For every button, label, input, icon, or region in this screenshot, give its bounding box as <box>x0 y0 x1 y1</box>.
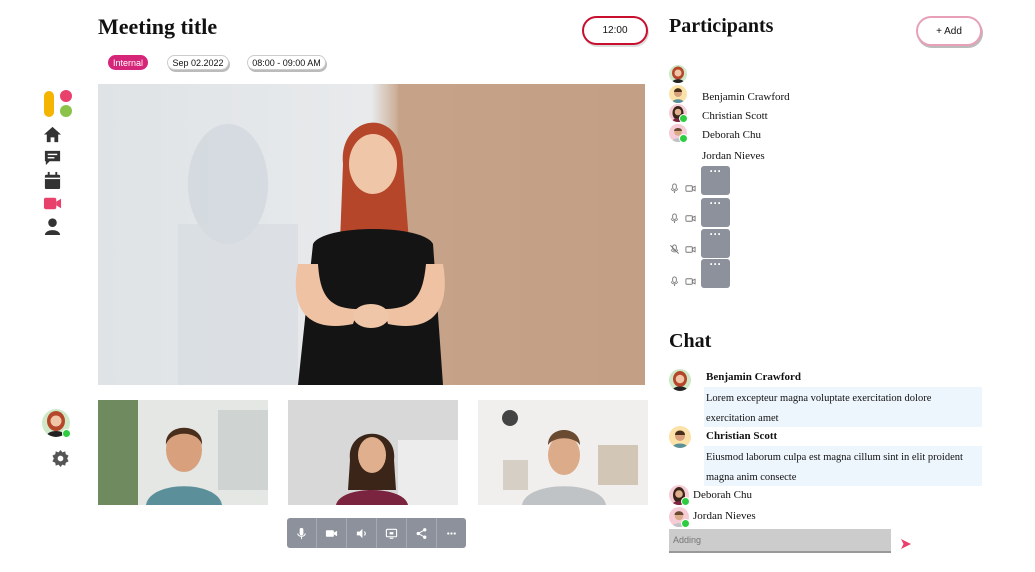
send-button[interactable] <box>900 537 912 549</box>
online-indicator <box>679 134 688 143</box>
participant-more-button[interactable]: ··· <box>701 197 730 227</box>
user-avatar[interactable] <box>42 409 71 438</box>
time-range-tag: 08:00 - 09:00 AM <box>247 55 326 70</box>
speaker-icon <box>356 528 366 538</box>
participant-thumbnail[interactable] <box>98 400 268 505</box>
camera-icon[interactable] <box>685 244 696 255</box>
home-icon[interactable] <box>42 124 62 144</box>
participant-media-controls <box>669 183 696 194</box>
mic-muted-icon[interactable] <box>669 244 680 255</box>
call-controls <box>287 518 466 548</box>
chat-author: Deborah Chu <box>693 489 752 501</box>
chat-message: Eiusmod laborum culpa est magna cillum s… <box>704 446 982 486</box>
meeting-time-pill[interactable]: 12:00 <box>582 16 648 45</box>
participant-more-button[interactable]: ··· <box>701 258 730 288</box>
internal-tag: Internal <box>108 55 148 70</box>
date-tag: Sep 02.2022 <box>167 55 229 70</box>
avatar <box>669 507 690 528</box>
mic-button[interactable] <box>287 518 317 548</box>
main-video-feed <box>98 84 645 385</box>
user-icon[interactable] <box>42 216 62 236</box>
screen-share-button[interactable] <box>377 518 407 548</box>
chat-title: Chat <box>669 330 712 352</box>
chat-author: Jordan Nieves <box>693 510 756 522</box>
camera-button[interactable] <box>317 518 347 548</box>
participant-name: Jordan Nieves <box>702 150 765 162</box>
participant-more-button[interactable]: ··· <box>701 228 730 258</box>
video-icon[interactable] <box>42 193 62 213</box>
mic-icon[interactable] <box>669 213 680 224</box>
avatar <box>669 85 687 103</box>
online-indicator <box>681 497 690 506</box>
online-indicator <box>62 429 71 438</box>
mic-icon <box>297 527 306 539</box>
more-icon <box>447 531 456 535</box>
camera-icon <box>325 529 338 537</box>
online-indicator <box>679 114 688 123</box>
avatar <box>669 124 688 143</box>
screen-share-icon <box>385 528 398 539</box>
avatar <box>669 369 691 391</box>
chat-icon[interactable] <box>42 147 62 167</box>
participant-media-controls <box>669 276 696 287</box>
participant-media-controls <box>669 213 696 224</box>
chat-author: Benjamin Crawford <box>706 371 802 383</box>
share-button[interactable] <box>407 518 437 548</box>
add-participant-button[interactable]: + Add <box>916 16 982 46</box>
share-icon <box>416 527 427 539</box>
chat-input[interactable] <box>669 529 891 553</box>
participant-thumbnail[interactable] <box>288 400 458 505</box>
mic-icon[interactable] <box>669 276 680 287</box>
meeting-title: Meeting title <box>98 14 218 39</box>
participant-name: Benjamin Crawford <box>702 91 790 103</box>
settings-icon[interactable] <box>50 448 70 468</box>
participant-media-controls <box>669 244 696 255</box>
avatar <box>669 426 691 448</box>
participants-title: Participants <box>669 15 774 37</box>
participant-name: Christian Scott <box>702 110 768 122</box>
participant-thumbnail[interactable] <box>478 400 648 505</box>
app-logo <box>44 89 74 119</box>
avatar <box>669 65 687 83</box>
speaker-button[interactable] <box>347 518 377 548</box>
chat-author: Christian Scott <box>706 430 778 442</box>
camera-icon[interactable] <box>685 213 696 224</box>
avatar <box>669 104 688 123</box>
mic-icon[interactable] <box>669 183 680 194</box>
camera-icon[interactable] <box>685 183 696 194</box>
online-indicator <box>681 519 690 528</box>
participant-more-button[interactable]: ··· <box>701 165 730 195</box>
camera-icon[interactable] <box>685 276 696 287</box>
avatar <box>669 485 690 506</box>
send-icon <box>901 539 911 549</box>
chat-message: Lorem excepteur magna voluptate exercita… <box>704 387 982 427</box>
more-button[interactable] <box>437 518 466 548</box>
participant-name: Deborah Chu <box>702 129 761 141</box>
calendar-icon[interactable] <box>42 170 62 190</box>
